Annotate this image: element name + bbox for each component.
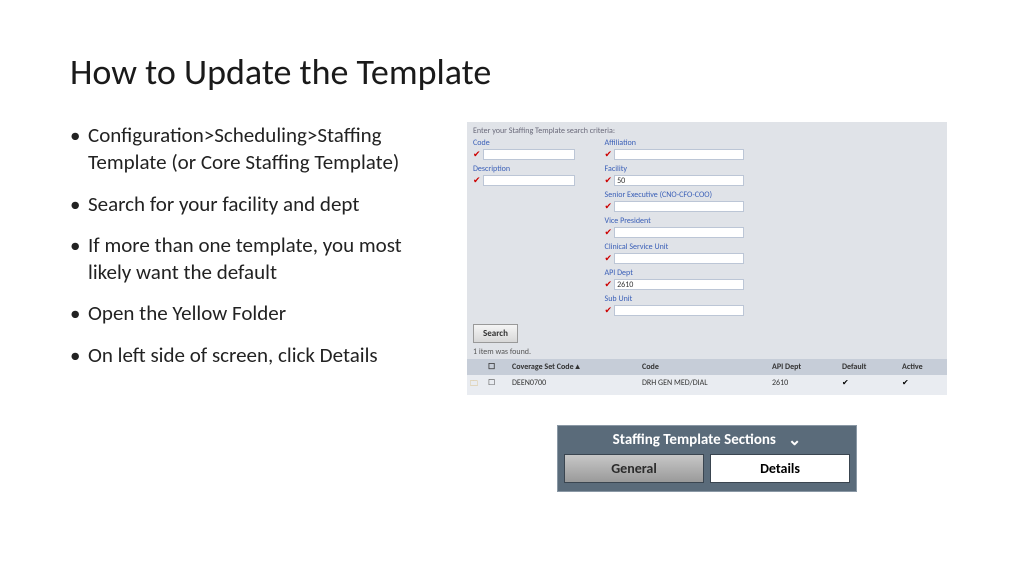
col-api-dept[interactable]: API Dept (769, 361, 839, 373)
check-icon: ✔ (473, 176, 481, 185)
field-label-code: Code (473, 138, 575, 148)
bullet-item: Open the Yellow Folder (70, 300, 440, 327)
sub-unit-input[interactable] (614, 305, 744, 316)
vp-input[interactable] (614, 227, 744, 238)
cell-dept: 2610 (769, 377, 839, 393)
slide-title: How to Update the Template (70, 50, 954, 94)
sections-panel-screenshot: Staffing Template Sections ⌄ General Det… (557, 425, 857, 492)
check-icon: ✔ (605, 202, 613, 211)
cell-default: ✔ (839, 377, 899, 393)
cell-coverage: DEEN0700 (509, 377, 639, 393)
field-label-senior-exec: Senior Executive (CNO-CFO-COO) (605, 190, 745, 200)
col-code[interactable]: Code (639, 361, 769, 373)
search-criteria-label: Enter your Staffing Template search crit… (467, 122, 947, 138)
row-checkbox[interactable]: ☐ (485, 377, 509, 393)
check-icon: ✔ (605, 254, 613, 263)
affiliation-input[interactable] (614, 149, 744, 160)
checkbox-header[interactable]: ☐ (485, 361, 509, 373)
check-icon: ✔ (605, 280, 613, 289)
bullet-item: Search for your facility and dept (70, 191, 440, 218)
col-default[interactable]: Default (839, 361, 899, 373)
table-row[interactable]: 🗀 ☐ DEEN0700 DRH GEN MED/DIAL 2610 ✔ ✔ (467, 375, 947, 395)
bullet-list: Configuration>Scheduling>Staffing Templa… (70, 122, 440, 492)
tab-details[interactable]: Details (710, 454, 850, 483)
check-icon: ✔ (605, 306, 613, 315)
check-icon: ✔ (605, 176, 613, 185)
csu-input[interactable] (614, 253, 744, 264)
field-label-csu: Clinical Service Unit (605, 242, 745, 252)
col-active[interactable]: Active (899, 361, 947, 373)
field-label-vp: Vice President (605, 216, 745, 226)
search-panel-screenshot: Enter your Staffing Template search crit… (467, 122, 947, 395)
code-input[interactable] (483, 149, 575, 160)
folder-icon[interactable]: 🗀 (467, 377, 485, 393)
api-dept-input[interactable]: 2610 (614, 279, 744, 290)
col-coverage[interactable]: Coverage Set Code▲ (509, 361, 639, 373)
check-icon: ✔ (605, 150, 613, 159)
cell-active: ✔ (899, 377, 947, 393)
facility-input[interactable]: 50 (614, 175, 744, 186)
cell-code: DRH GEN MED/DIAL (639, 377, 769, 393)
bullet-item: Configuration>Scheduling>Staffing Templa… (70, 122, 440, 177)
description-input[interactable] (483, 175, 575, 186)
chevron-down-icon[interactable]: ⌄ (788, 430, 801, 450)
field-label-facility: Facility (605, 164, 745, 174)
field-label-sub-unit: Sub Unit (605, 294, 745, 304)
bullet-item: On left side of screen, click Details (70, 342, 440, 369)
check-icon: ✔ (605, 228, 613, 237)
field-label-affiliation: Affiliation (605, 138, 745, 148)
search-button[interactable]: Search (473, 324, 518, 343)
results-header: ☐ Coverage Set Code▲ Code API Dept Defau… (467, 359, 947, 375)
results-count: 1 item was found. (467, 347, 947, 359)
field-label-api-dept: API Dept (605, 268, 745, 278)
bullet-item: If more than one template, you most like… (70, 232, 440, 287)
check-icon: ✔ (473, 150, 481, 159)
senior-exec-input[interactable] (614, 201, 744, 212)
sections-title: Staffing Template Sections (613, 431, 776, 449)
tab-general[interactable]: General (564, 454, 704, 483)
field-label-description: Description (473, 164, 575, 174)
